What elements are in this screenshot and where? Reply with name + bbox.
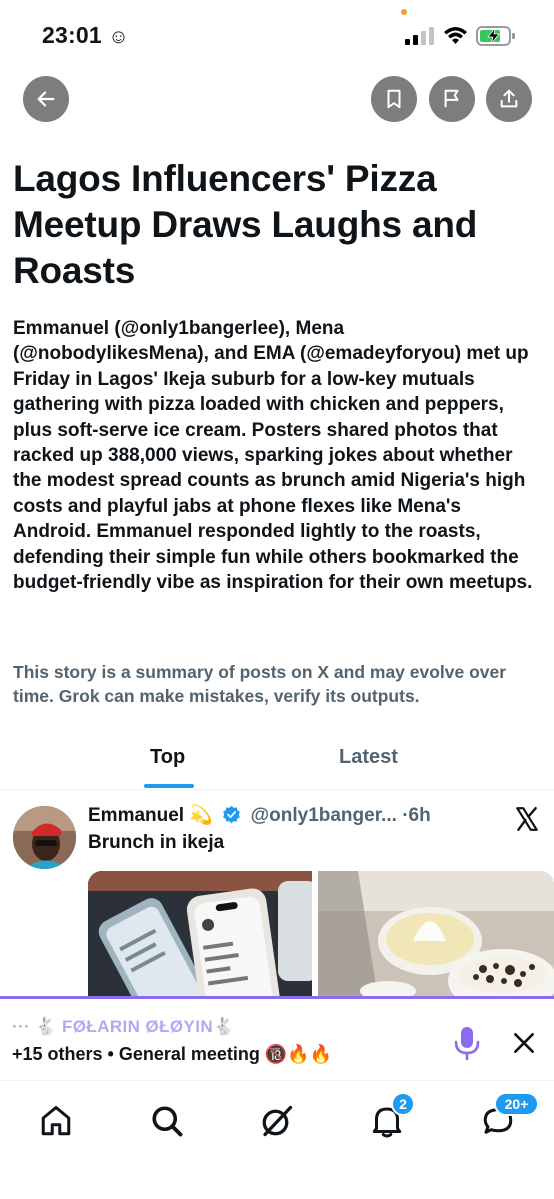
bookmark-button[interactable] [371, 76, 417, 122]
share-button[interactable] [486, 76, 532, 122]
post-author-name[interactable]: Emmanuel [88, 805, 184, 826]
story-disclaimer: This story is a summary of posts on X an… [13, 662, 507, 706]
post-image-phones[interactable] [88, 871, 312, 999]
x-logo-icon[interactable] [514, 806, 540, 832]
report-button[interactable] [429, 76, 475, 122]
nav-search[interactable] [149, 1103, 185, 1139]
back-arrow-icon [37, 91, 55, 107]
flag-icon [444, 89, 459, 108]
grok-icon [262, 1105, 293, 1137]
space-subtitle: +15 others • General meeting 🔞🔥🔥 [12, 1044, 333, 1064]
post-text: Brunch in ikeja [88, 832, 225, 853]
back-button[interactable] [23, 76, 69, 122]
status-bar: 23:01 ☺ [0, 0, 554, 66]
active-tab-indicator [144, 784, 194, 788]
bookmark-icon [387, 89, 401, 109]
divider [0, 789, 554, 790]
cellular-signal-icon [405, 27, 434, 45]
messages-badge: 20+ [494, 1092, 539, 1116]
notifications-badge: 2 [391, 1092, 415, 1116]
post-header: Emmanuel 💫 @only1banger... ·6h [88, 803, 508, 831]
microphone-icon[interactable] [452, 1026, 482, 1060]
post-author-emoji: 💫 [189, 805, 214, 826]
tab-latest[interactable]: Latest [339, 746, 398, 769]
home-icon [41, 1106, 71, 1136]
nav-grok[interactable] [259, 1103, 295, 1139]
live-space-bar[interactable]: ··· 🐇 FØŁARIN ØŁØYIN🐇 +15 others • Gener… [0, 996, 554, 1080]
nav-home[interactable] [38, 1103, 74, 1139]
status-time: 23:01 ☺ [42, 22, 130, 48]
space-title: ··· 🐇 FØŁARIN ØŁØYIN🐇 [12, 1017, 235, 1036]
post-image-ice-cream[interactable] [318, 871, 554, 999]
wifi-icon [444, 27, 467, 44]
privacy-indicator [401, 9, 407, 15]
battery-charging-icon [476, 26, 515, 46]
avatar[interactable] [13, 806, 76, 869]
smiley-icon: ☺ [108, 26, 130, 48]
share-icon [500, 89, 518, 108]
verified-badge-icon [223, 805, 241, 824]
bottom-nav: 2 20+ [0, 1080, 554, 1199]
close-icon[interactable] [511, 1030, 537, 1056]
search-icon [152, 1106, 183, 1137]
post-author-handle: @only1banger... [250, 805, 397, 826]
story-summary: Emmanuel (@only1bangerlee), Mena (@nobod… [13, 318, 533, 594]
post-time: 6h [408, 805, 431, 826]
post-tabs: Top Latest [0, 726, 554, 790]
story-title: Lagos Influencers' Pizza Meetup Draws La… [13, 158, 478, 291]
tab-top[interactable]: Top [150, 746, 185, 769]
